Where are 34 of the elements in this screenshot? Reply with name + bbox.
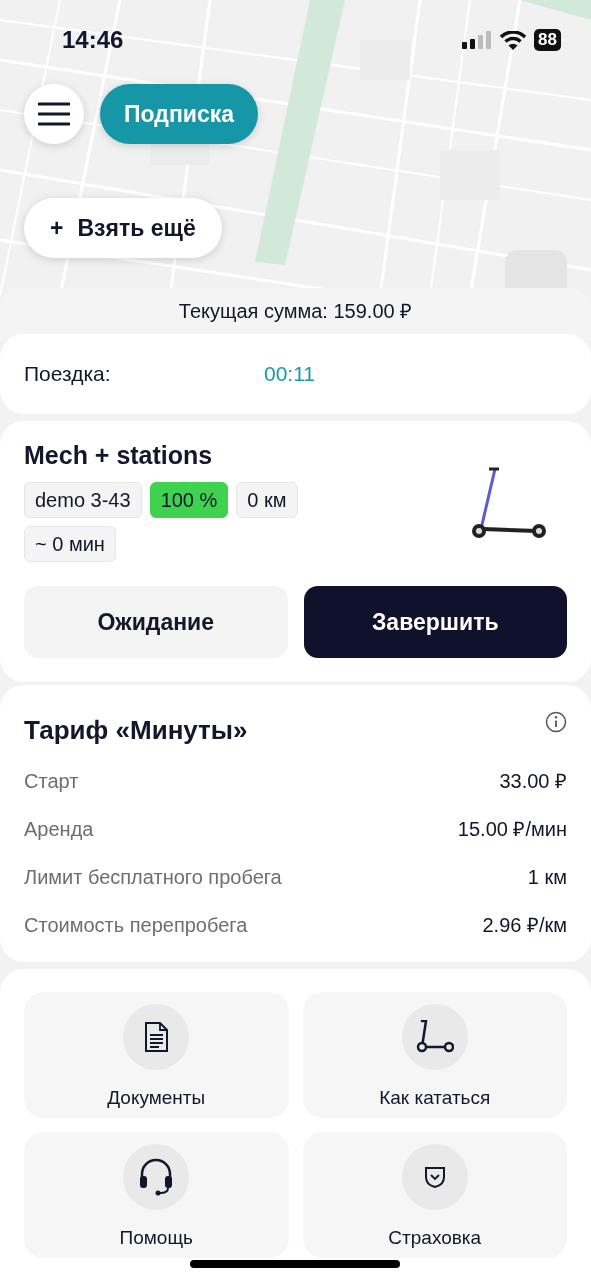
menu-tile[interactable]: Страховка xyxy=(302,1132,567,1258)
tariff-label: Стоимость перепробега xyxy=(24,913,248,938)
finish-button[interactable]: Завершить xyxy=(303,586,567,658)
tariff-label: Старт xyxy=(24,769,79,794)
info-tag: 0 км xyxy=(236,482,298,518)
info-tag: ~ 0 мин xyxy=(24,526,116,562)
info-icon[interactable] xyxy=(545,711,567,733)
document-icon xyxy=(143,1022,170,1052)
tariff-value: 15.00 ₽/мин xyxy=(457,817,567,842)
menu-tile[interactable]: Как кататься xyxy=(302,992,567,1118)
tariff-value: 1 км xyxy=(527,865,567,890)
scooter-icon xyxy=(415,1020,454,1054)
info-tag: demo 3-43 xyxy=(24,482,142,518)
menu-tile[interactable]: Помощь xyxy=(24,1132,289,1258)
shield-icon xyxy=(423,1165,446,1189)
charge-tag: 100 % xyxy=(149,482,229,518)
trip-timer: 00:11 xyxy=(264,361,315,387)
current-sum: Текущая сумма: 159.00 ₽ xyxy=(178,300,413,322)
status-time: 14:46 xyxy=(62,25,124,55)
battery-level: 88 xyxy=(534,29,561,51)
signal-icon xyxy=(462,31,493,49)
trip-label: Поездка: xyxy=(24,362,111,385)
wifi-icon xyxy=(500,30,527,50)
tariff-label: Аренда xyxy=(24,817,94,842)
tariff-title: Тариф «Минуты» xyxy=(24,714,248,747)
tariff-label: Лимит бесплатного пробега xyxy=(24,865,282,890)
vehicle-name: Mech + stations xyxy=(24,439,214,471)
tariff-value: 2.96 ₽/км xyxy=(482,913,567,938)
headset-icon xyxy=(138,1158,175,1196)
menu-tile[interactable]: Документы xyxy=(24,992,289,1118)
tariff-value: 33.00 ₽ xyxy=(499,769,567,794)
wait-button[interactable]: Ожидание xyxy=(24,586,288,658)
take-more-button[interactable]: + Взять ещё xyxy=(24,198,222,258)
menu-icon xyxy=(38,102,70,126)
